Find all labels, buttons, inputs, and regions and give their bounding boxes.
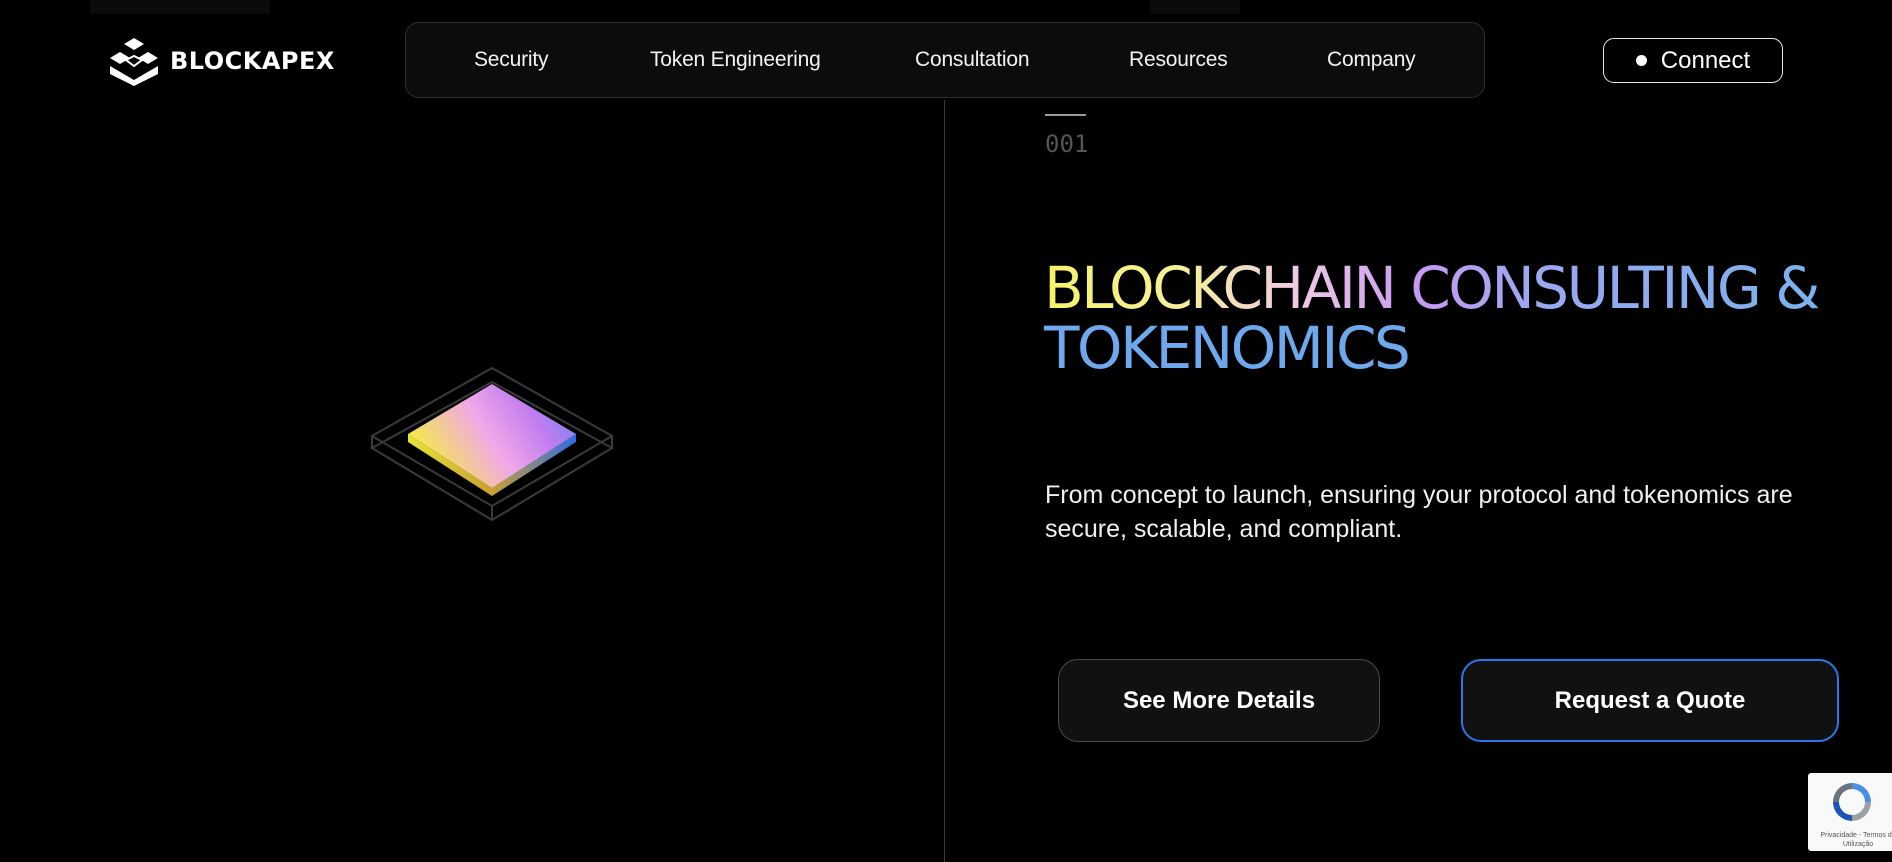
nav-item-consultation[interactable]: Consultation [915,48,1030,72]
section-divider [944,100,945,862]
blockapex-logo-icon [110,38,158,86]
nav-item-token-engineering[interactable]: Token Engineering [650,48,821,72]
headline-line-2: TOKENOMICS [1044,314,1411,382]
status-dot-icon [1635,55,1647,66]
nav-item-security[interactable]: Security [474,48,548,72]
connect-label: Connect [1660,46,1751,74]
nav-item-company[interactable]: Company [1327,48,1416,72]
hero-description: From concept to launch, ensuring your pr… [1045,481,1793,543]
hero-headline: BLOCKCHAIN CONSULTING & TOKENOMICS [1044,258,1844,378]
recaptcha-icon [1833,783,1871,821]
recaptcha-badge[interactable]: Privacidade - Termos de Utilização [1808,773,1892,851]
gradient-layer-stack-icon [369,366,615,522]
headline-line-1: BLOCKCHAIN CONSULTING & [1044,254,1820,322]
index-line [1045,114,1086,116]
nav-item-resources[interactable]: Resources [1129,48,1228,72]
brand-name: BLOCKAPEX [170,47,335,75]
request-quote-button[interactable]: Request a Quote [1461,659,1839,742]
top-glow [90,0,270,14]
top-glow [1150,0,1240,14]
see-more-details-button[interactable]: See More Details [1058,659,1380,742]
connect-button[interactable]: Connect [1603,38,1783,83]
brand-logo[interactable]: BLOCKAPEX [106,36,335,86]
section-index: 001 [1045,130,1089,158]
main-nav: Security Token Engineering Consultation … [405,22,1485,98]
recaptcha-links[interactable]: Privacidade - Termos de Utilização [1816,831,1892,849]
